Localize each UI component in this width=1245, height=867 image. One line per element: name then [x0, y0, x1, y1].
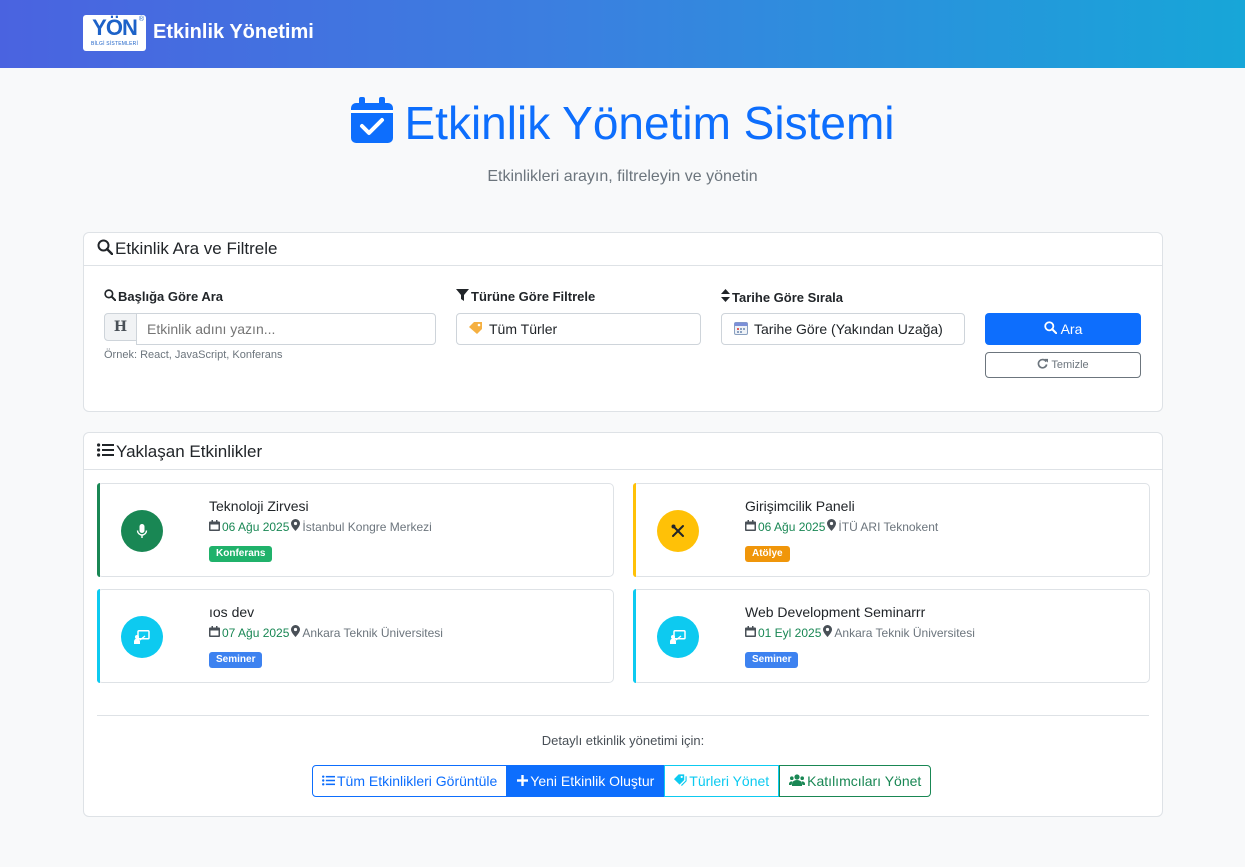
type-filter-select[interactable]: Tüm Türler: [456, 313, 701, 345]
map-pin-icon: [291, 625, 301, 640]
navbar-brand[interactable]: Etkinlik Yönetimi: [153, 21, 314, 44]
page-title-text: Etkinlik Yönetim Sistemi: [404, 97, 895, 149]
clear-button-label: Temizle: [1051, 359, 1089, 371]
search-filter-card: Etkinlik Ara ve Filtrele Başlığa Göre Ar…: [83, 232, 1163, 412]
manage-types-button[interactable]: Türleri Yönet: [664, 765, 780, 797]
section-divider: [97, 715, 1149, 716]
page-title: Etkinlik Yönetim Sistemi: [0, 96, 1245, 154]
type-filter-label: Türüne Göre Filtrele: [456, 289, 595, 304]
event-location: Ankara Teknik Üniversitesi: [302, 625, 443, 640]
date-sort-label-text: Tarihe Göre Sırala: [732, 289, 844, 305]
calendar-icon: [745, 519, 756, 534]
manage-participants-label: Katılımcıları Yönet: [807, 773, 922, 789]
tools-icon: [657, 510, 699, 552]
search-card-title: Etkinlik Ara ve Filtrele: [115, 239, 278, 258]
event-accent-bar: [633, 483, 636, 577]
upcoming-events-card: Yaklaşan Etkinlikler Teknoloji Zirvesi 0…: [83, 432, 1163, 817]
upcoming-card-header: Yaklaşan Etkinlikler: [84, 433, 1162, 470]
event-location: Ankara Teknik Üniversitesi: [834, 625, 975, 640]
tag-icon: [469, 321, 483, 337]
logo-subtext: BİLGİ SİSTEMLERİ: [90, 41, 139, 47]
presentation-icon: [121, 616, 163, 658]
tags-icon: [674, 773, 687, 789]
calendar-check-icon: [350, 97, 393, 154]
heading-icon: H: [104, 313, 137, 341]
event-date: 07 Ağu 2025: [222, 625, 290, 640]
microphone-icon: [121, 510, 163, 552]
event-card[interactable]: ıos dev 07 Ağu 2025 Ankara Teknik Üniver…: [97, 589, 614, 683]
create-event-label: Yeni Etkinlik Oluştur: [530, 773, 655, 789]
list-icon: [322, 773, 335, 789]
type-filter-label-text: Türüne Göre Filtrele: [471, 289, 596, 304]
calendar-icon: [209, 519, 220, 534]
map-pin-icon: [823, 625, 833, 640]
plus-icon: [517, 773, 529, 789]
event-card[interactable]: Girişimcilik Paneli 06 Ağu 2025 İTÜ ARI …: [633, 483, 1150, 577]
event-type-badge: Seminer: [745, 652, 799, 668]
view-all-events-label: Tüm Etkinlikleri Görüntüle: [337, 773, 498, 789]
search-icon: [104, 289, 117, 304]
event-accent-bar: [97, 483, 100, 577]
date-sort-label: Tarihe Göre Sırala: [721, 289, 843, 305]
search-card-header: Etkinlik Ara ve Filtrele: [84, 233, 1162, 266]
event-location: İstanbul Kongre Merkezi: [302, 519, 432, 534]
list-icon: [97, 442, 114, 462]
calendar-icon: [209, 625, 220, 640]
presentation-icon: [657, 616, 699, 658]
event-title[interactable]: ıos dev: [209, 604, 254, 620]
event-date: 06 Ağu 2025: [758, 519, 826, 534]
event-date: 06 Ağu 2025: [222, 519, 290, 534]
search-button[interactable]: Ara: [985, 313, 1141, 345]
search-button-label: Ara: [1060, 321, 1083, 337]
management-hint: Detaylı etkinlik yönetimi için:: [541, 733, 705, 748]
event-card[interactable]: Web Development Seminarrr 01 Eyl 2025 An…: [633, 589, 1150, 683]
map-pin-icon: [291, 519, 301, 534]
date-sort-value: Tarihe Göre (Yakından Uzağa): [754, 321, 943, 337]
event-accent-bar: [97, 589, 100, 683]
title-search-label-text: Başlığa Göre Ara: [118, 289, 224, 304]
event-meta: 01 Eyl 2025 Ankara Teknik Üniversitesi: [745, 625, 975, 640]
refresh-icon: [1037, 358, 1049, 372]
event-type-badge: Seminer: [209, 652, 263, 668]
event-title[interactable]: Web Development Seminarrr: [745, 604, 925, 620]
event-accent-bar: [633, 589, 636, 683]
page-subtitle: Etkinlikleri arayın, filtreleyin ve yöne…: [487, 168, 758, 185]
calendar-icon: [734, 321, 748, 338]
manage-types-label: Türleri Yönet: [689, 773, 770, 789]
event-card[interactable]: Teknoloji Zirvesi 06 Ağu 2025 İstanbul K…: [97, 483, 614, 577]
upcoming-card-title: Yaklaşan Etkinlikler: [116, 442, 263, 461]
manage-participants-button[interactable]: Katılımcıları Yönet: [779, 765, 932, 797]
management-button-group: Tüm Etkinlikleri Görüntüle Yeni Etkinlik…: [312, 765, 932, 797]
view-all-events-button[interactable]: Tüm Etkinlikleri Görüntüle: [312, 765, 508, 797]
type-filter-value: Tüm Türler: [489, 321, 558, 337]
search-icon: [1043, 321, 1057, 337]
search-icon: [97, 239, 114, 260]
company-logo[interactable]: YÖN ® BİLGİ SİSTEMLERİ: [83, 15, 146, 51]
date-sort-select[interactable]: Tarihe Göre (Yakından Uzağa): [721, 313, 965, 345]
navbar: YÖN ® BİLGİ SİSTEMLERİ Etkinlik Yönetimi: [0, 0, 1245, 68]
event-meta: 06 Ağu 2025 İTÜ ARI Teknokent: [745, 519, 938, 534]
logo-text: YÖN: [92, 15, 138, 40]
calendar-icon: [745, 625, 756, 640]
event-location: İTÜ ARI Teknokent: [838, 519, 939, 534]
clear-button[interactable]: Temizle: [985, 352, 1141, 378]
create-event-button[interactable]: Yeni Etkinlik Oluştur: [507, 765, 665, 797]
event-meta: 07 Ağu 2025 Ankara Teknik Üniversitesi: [209, 625, 443, 640]
event-title[interactable]: Teknoloji Zirvesi: [209, 498, 309, 514]
event-date: 01 Eyl 2025: [758, 625, 822, 640]
search-hint: Örnek: React, JavaScript, Konferans: [104, 349, 283, 361]
filter-icon: [456, 289, 469, 304]
event-title[interactable]: Girişimcilik Paneli: [745, 498, 855, 514]
map-pin-icon: [827, 519, 837, 534]
sort-icon: [721, 289, 730, 305]
event-meta: 06 Ağu 2025 İstanbul Kongre Merkezi: [209, 519, 432, 534]
title-search-label: Başlığa Göre Ara: [104, 289, 223, 304]
event-type-badge: Atölye: [745, 546, 790, 562]
event-type-badge: Konferans: [209, 546, 273, 562]
users-icon: [789, 773, 806, 789]
logo-registered-mark: ®: [138, 16, 144, 23]
title-search-input[interactable]: [136, 313, 436, 345]
